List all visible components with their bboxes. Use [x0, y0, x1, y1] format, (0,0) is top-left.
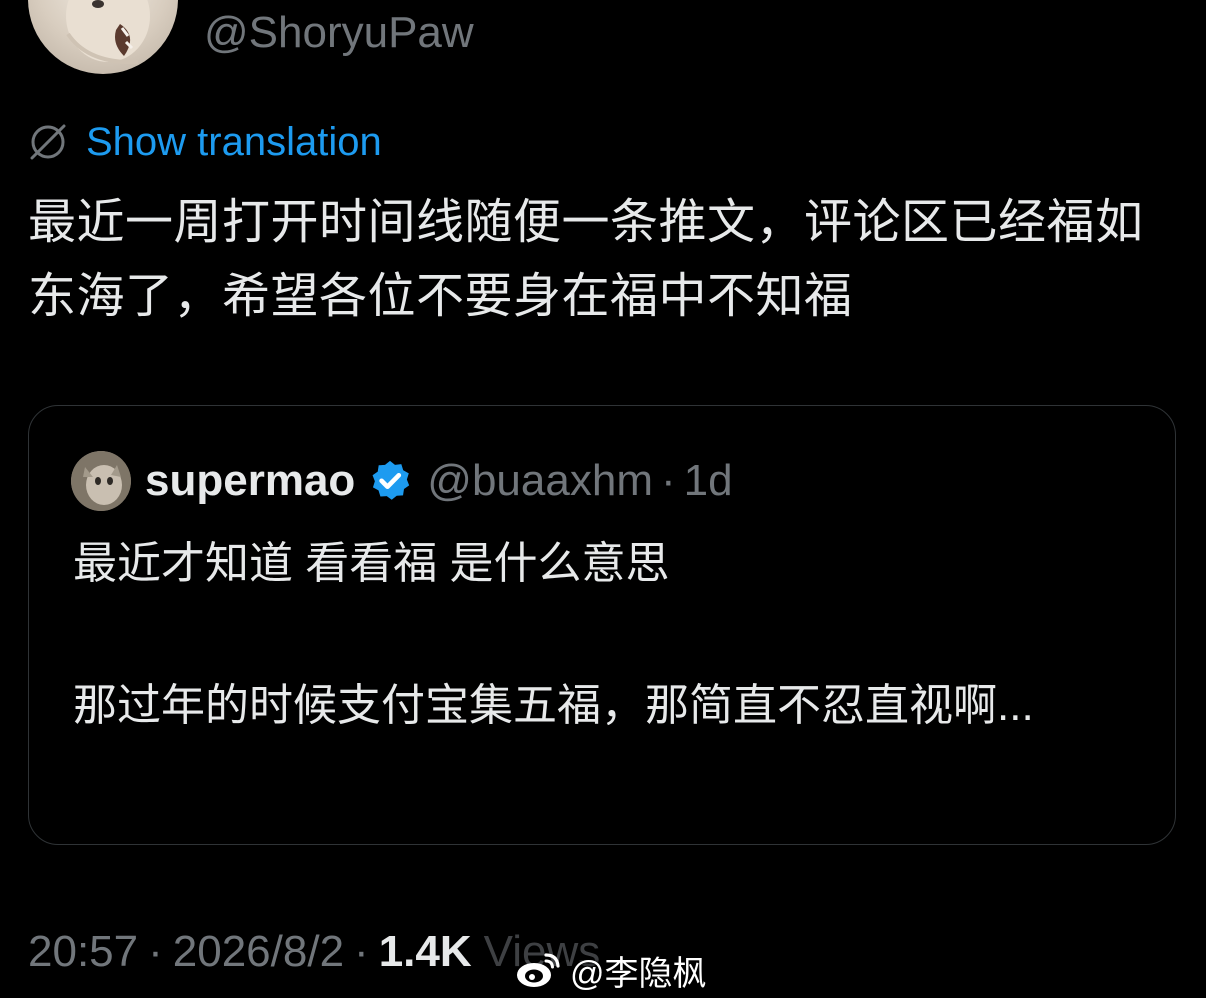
quote-author-avatar[interactable]	[71, 451, 131, 511]
translate-row[interactable]: Show translation	[26, 118, 382, 166]
weibo-icon	[517, 953, 560, 987]
cat-avatar-image	[71, 451, 131, 511]
views-count[interactable]: 1.4K	[379, 927, 472, 977]
verified-badge-icon	[372, 460, 410, 500]
meta-separator: ·	[148, 927, 163, 976]
quoted-tweet-card[interactable]: supermao @buaaxhm · 1d 最近才知道 看看福 是什么意思 那…	[28, 405, 1176, 845]
globe-icon	[30, 124, 66, 160]
tweet-date[interactable]: 2026/8/2	[173, 927, 344, 977]
quote-text-paragraph: 那过年的时候支付宝集五福，那简直不忍直视啊...	[73, 681, 1034, 730]
quote-author-name[interactable]: supermao	[145, 456, 355, 506]
author-handle[interactable]: @ShoryuPaw	[204, 8, 474, 58]
watermark-text: @李隐枫	[570, 954, 707, 993]
quote-text-line: 最近才知道 看看福 是什么意思	[73, 539, 670, 588]
quote-timestamp[interactable]: 1d	[684, 456, 733, 506]
tweet-text: 最近一周打开时间线随便一条推文，评论区已经福如东海了，希望各位不要身在福中不知福	[28, 196, 1144, 323]
quote-separator: ·	[660, 456, 676, 505]
meta-separator: ·	[354, 927, 369, 976]
watermark: @李隐枫	[514, 946, 707, 994]
tweet-time[interactable]: 20:57	[28, 927, 138, 977]
show-translation-link[interactable]: Show translation	[86, 120, 382, 165]
quote-header: supermao @buaaxhm · 1d	[71, 450, 733, 512]
quote-author-handle[interactable]: @buaaxhm	[427, 456, 653, 506]
author-avatar[interactable]	[28, 0, 178, 74]
cat-avatar-image	[66, 0, 150, 65]
